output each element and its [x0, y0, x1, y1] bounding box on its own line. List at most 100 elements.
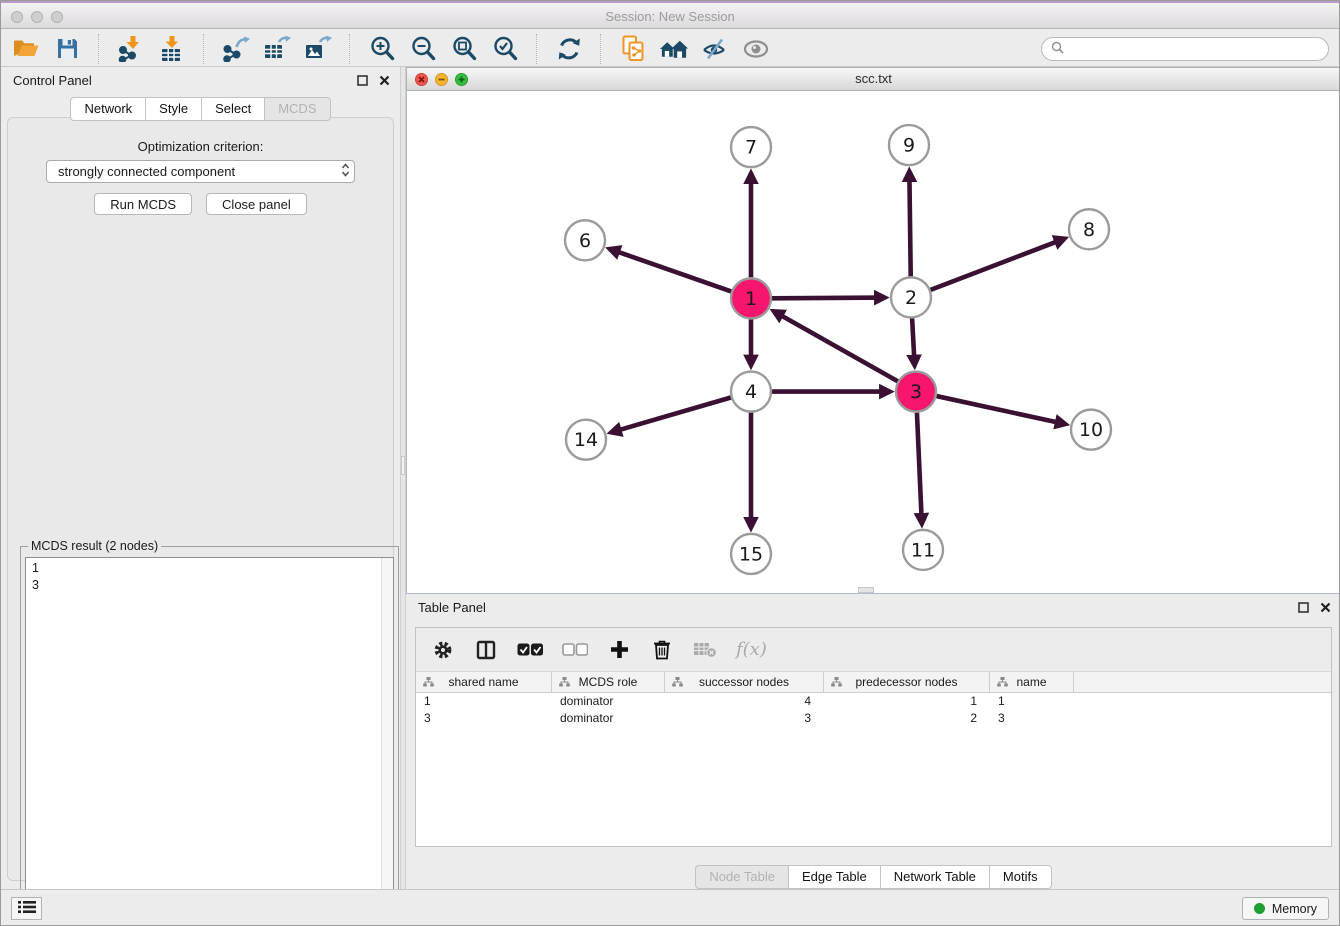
edge-2-3[interactable]: [912, 318, 915, 365]
window-title: Session: New Session: [1, 3, 1339, 30]
task-history-button[interactable]: [11, 897, 42, 920]
network-frame-titlebar[interactable]: scc.txt: [406, 67, 1340, 91]
table-header-row: shared nameMCDS rolesuccessor nodesprede…: [416, 672, 1331, 693]
table-cell[interactable]: 1: [824, 694, 990, 708]
column-header-predecessor-nodes[interactable]: predecessor nodes: [824, 672, 990, 692]
tab-network-table[interactable]: Network Table: [880, 865, 989, 889]
tab-style[interactable]: Style: [145, 97, 201, 121]
table-cell[interactable]: dominator: [552, 694, 665, 708]
tab-select[interactable]: Select: [201, 97, 264, 121]
node-label-2: 2: [905, 287, 917, 309]
import-table-icon[interactable]: [157, 34, 187, 64]
network-graph[interactable]: 7968124314101511: [407, 91, 1340, 593]
table-cell[interactable]: 3: [665, 711, 824, 725]
export-network-icon[interactable]: [221, 34, 251, 64]
edge-1-2[interactable]: [772, 298, 885, 299]
search-icon: [1051, 41, 1064, 57]
zoom-fit-icon[interactable]: [449, 34, 479, 64]
add-column-icon[interactable]: [607, 640, 631, 659]
select-all-icon[interactable]: [517, 643, 543, 656]
clone-network-icon[interactable]: [618, 34, 648, 64]
close-window-button[interactable]: [11, 11, 23, 23]
zoom-selected-icon[interactable]: [490, 34, 520, 64]
list-icon: [18, 900, 36, 917]
import-network-icon[interactable]: [116, 34, 146, 64]
table-row[interactable]: 1dominator411: [416, 693, 1331, 710]
column-header-shared-name[interactable]: shared name: [416, 672, 552, 692]
open-session-icon[interactable]: [11, 34, 41, 64]
table-row[interactable]: 3dominator323: [416, 710, 1331, 727]
table-cell[interactable]: 1: [990, 694, 1074, 708]
close-panel-icon[interactable]: [379, 74, 390, 89]
node-table: f(x) shared nameMCDS rolesuccessor nodes…: [415, 627, 1332, 847]
tab-motifs[interactable]: Motifs: [989, 865, 1052, 889]
zoom-in-icon[interactable]: [367, 34, 397, 64]
network-maximize-icon[interactable]: [455, 73, 468, 86]
memory-status-icon: [1254, 903, 1265, 914]
edge-3-11[interactable]: [917, 413, 922, 524]
mcds-result-list[interactable]: 13: [25, 557, 394, 920]
memory-button[interactable]: Memory: [1242, 897, 1329, 920]
tab-mcds[interactable]: MCDS: [264, 97, 330, 121]
network-close-icon[interactable]: [415, 73, 428, 86]
close-panel-icon[interactable]: [1320, 601, 1331, 616]
zoom-out-icon[interactable]: [408, 34, 438, 64]
first-neighbors-icon[interactable]: [659, 34, 689, 64]
maximize-window-button[interactable]: [51, 11, 63, 23]
split-panel-icon[interactable]: [474, 640, 498, 660]
close-panel-button[interactable]: Close panel: [206, 193, 307, 215]
table-cell[interactable]: 1: [416, 694, 552, 708]
column-header-name[interactable]: name: [990, 672, 1074, 692]
network-minimize-icon[interactable]: [435, 73, 448, 86]
run-mcds-button[interactable]: Run MCDS: [94, 193, 192, 215]
node-label-8: 8: [1083, 219, 1095, 241]
toolbar-separator: [203, 34, 205, 64]
optimization-criterion-dropdown[interactable]: strongly connected component: [46, 160, 355, 183]
toolbar-separator: [600, 34, 602, 64]
tab-network[interactable]: Network: [70, 97, 145, 121]
edge-3-1[interactable]: [774, 311, 898, 381]
hide-selected-icon[interactable]: [700, 34, 730, 64]
show-all-icon[interactable]: [741, 34, 771, 64]
delete-table-icon: [693, 641, 717, 658]
network-title: scc.txt: [407, 68, 1340, 90]
deselect-all-icon[interactable]: [562, 643, 588, 656]
save-session-icon[interactable]: [52, 34, 82, 64]
table-cell[interactable]: 2: [824, 711, 990, 725]
tab-node-table[interactable]: Node Table: [695, 865, 788, 889]
search-box[interactable]: [1041, 37, 1329, 61]
column-header-MCDS-role[interactable]: MCDS role: [552, 672, 665, 692]
table-panel: Table Panel: [406, 594, 1340, 889]
result-scrollbar[interactable]: [381, 558, 393, 919]
status-bar: Memory: [1, 889, 1339, 925]
node-label-9: 9: [903, 135, 915, 157]
table-cell[interactable]: 3: [990, 711, 1074, 725]
search-input[interactable]: [1070, 41, 1319, 57]
edge-2-9[interactable]: [909, 171, 910, 276]
tab-edge-table[interactable]: Edge Table: [788, 865, 880, 889]
table-cell[interactable]: 3: [416, 711, 552, 725]
horizontal-splitter-handle[interactable]: [858, 587, 874, 593]
edge-2-8[interactable]: [931, 239, 1065, 290]
splitter-handle[interactable]: [401, 456, 405, 475]
float-panel-icon[interactable]: [1298, 601, 1309, 616]
table-body: 1dominator4113dominator323: [416, 693, 1331, 726]
float-panel-icon[interactable]: [357, 74, 368, 89]
edge-3-10[interactable]: [937, 396, 1066, 424]
minimize-window-button[interactable]: [31, 11, 43, 23]
table-cell[interactable]: 4: [665, 694, 824, 708]
refresh-layout-icon[interactable]: [554, 34, 584, 64]
table-cell[interactable]: dominator: [552, 711, 665, 725]
delete-column-icon[interactable]: [650, 639, 674, 660]
export-image-icon[interactable]: [303, 34, 333, 64]
node-label-3: 3: [910, 381, 922, 403]
column-header-successor-nodes[interactable]: successor nodes: [665, 672, 824, 692]
network-frame: scc.txt 7968124314101511: [406, 67, 1340, 594]
export-table-icon[interactable]: [262, 34, 292, 64]
function-builder-icon: f(x): [736, 639, 767, 660]
network-canvas[interactable]: 7968124314101511: [406, 91, 1340, 594]
table-settings-icon[interactable]: [431, 640, 455, 660]
edge-4-14[interactable]: [611, 397, 731, 432]
edge-1-6[interactable]: [610, 249, 732, 292]
memory-label: Memory: [1272, 902, 1317, 916]
